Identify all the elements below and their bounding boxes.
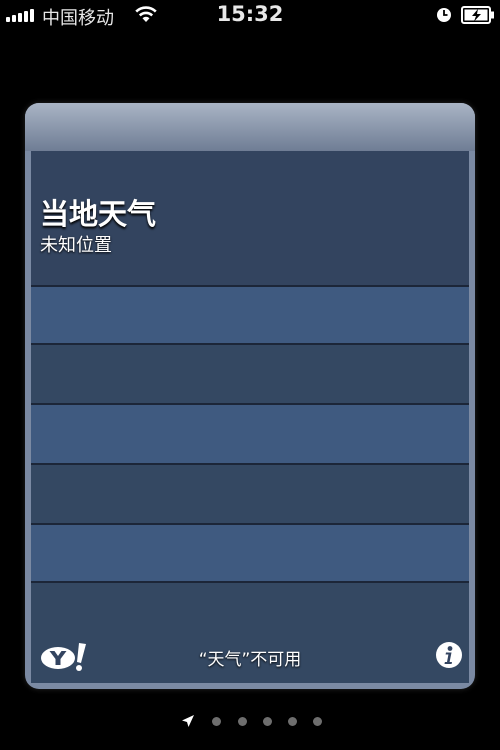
widget-footer: “天气”不可用 bbox=[31, 641, 469, 683]
weather-widget[interactable]: 当地天气 未知位置 “天气”不可用 bbox=[25, 103, 475, 689]
info-icon[interactable] bbox=[435, 641, 463, 669]
location-title: 当地天气 bbox=[40, 197, 157, 231]
widget-body: 当地天气 未知位置 “天气”不可用 bbox=[31, 151, 469, 683]
page-dot[interactable] bbox=[313, 717, 322, 726]
forecast-row bbox=[31, 287, 469, 345]
page-dot[interactable] bbox=[238, 717, 247, 726]
forecast-row bbox=[31, 465, 469, 525]
widget-top-bar bbox=[25, 103, 475, 151]
weather-header: 当地天气 未知位置 bbox=[31, 151, 469, 287]
page-dot[interactable] bbox=[212, 717, 221, 726]
location-arrow-icon bbox=[182, 715, 194, 727]
forecast-row bbox=[31, 345, 469, 405]
forecast-row bbox=[31, 525, 469, 583]
battery-charging-icon bbox=[461, 6, 494, 24]
page-dot[interactable] bbox=[263, 717, 272, 726]
status-bar: 中国移动 15:32 bbox=[0, 0, 500, 30]
forecast-row bbox=[31, 405, 469, 465]
page-dot[interactable] bbox=[288, 717, 297, 726]
location-subtitle: 未知位置 bbox=[40, 235, 112, 256]
page-indicator[interactable] bbox=[0, 708, 500, 732]
status-time: 15:32 bbox=[216, 2, 284, 26]
alarm-clock-icon bbox=[437, 8, 451, 22]
weather-unavailable-text: “天气”不可用 bbox=[198, 650, 302, 670]
